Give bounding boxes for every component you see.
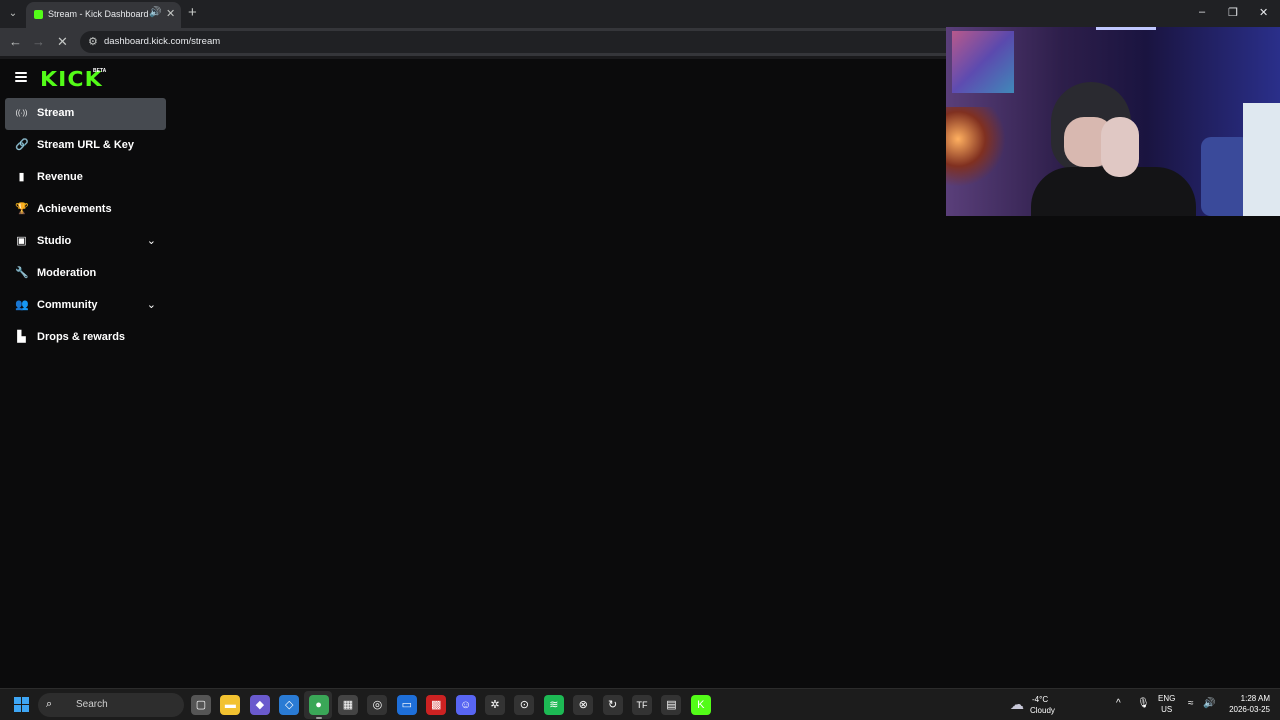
task-view-icon[interactable]: ▢ (191, 695, 211, 715)
broadcast-icon: ((·)) (15, 110, 28, 117)
gallery-app-icon[interactable]: ▤ (661, 695, 682, 715)
sidebar-item-label: Stream (37, 107, 75, 119)
url-text[interactable]: dashboard.kick.com/stream (104, 36, 220, 47)
obs-icon[interactable]: ◎ (367, 695, 388, 715)
bar-chart-icon: ▮ (18, 171, 25, 183)
tab-search-icon[interactable]: ⌄ (5, 6, 21, 22)
beta-badge: BETA (93, 68, 107, 74)
sidebar-item-revenue[interactable]: ▮ Revenue (5, 162, 166, 194)
windows-start-icon[interactable] (14, 697, 29, 712)
kick-app-icon[interactable]: K (690, 695, 711, 715)
lang-line-2: US (1161, 705, 1173, 714)
minimize-button[interactable]: – (1199, 6, 1205, 18)
forward-arrow-icon[interactable]: → (32, 34, 45, 49)
store-icon[interactable]: ▦ (338, 695, 358, 715)
taskbar-search[interactable]: ⌕ Search (38, 693, 184, 717)
windows-taskbar: ⌕ Search ▢ ▬ ◆ ◇ ● ▦ ◎ ▭ ▩ ☺ ✲ ⊙ ≋ ⊗ ↻ TF ▤ K ☁ -4°C Clou… (0, 688, 1280, 720)
steam-icon[interactable]: ⊙ (514, 695, 535, 715)
close-window-button[interactable]: ✕ (1259, 6, 1268, 19)
clock-date: 2026-03-25 (1229, 705, 1270, 714)
clock-time: 1:28 AM (1240, 694, 1270, 703)
close-tab-icon[interactable]: ✕ (166, 7, 175, 20)
sidebar-item-moderation[interactable]: 🔧 Moderation (5, 258, 166, 290)
file-explorer-icon[interactable]: ▬ (220, 695, 241, 715)
window-app-icon[interactable]: ▭ (396, 695, 417, 715)
wifi-icon[interactable]: ≈ (1188, 698, 1194, 709)
link-icon: 🔗 (15, 139, 29, 151)
site-info-icon[interactable]: ⚙ (88, 35, 98, 48)
weather-condition: Cloudy (1030, 706, 1055, 715)
sidebar-item-label: Community (37, 299, 98, 311)
chevron-down-icon[interactable]: ⌄ (147, 234, 156, 247)
webcam-overlay-image (946, 27, 1280, 216)
tab-title: Stream - Kick Dashboard (48, 9, 149, 19)
sidebar-item-label: Drops & rewards (37, 331, 126, 343)
steelseries-icon[interactable]: ✲ (485, 695, 505, 715)
search-label: Search (76, 699, 108, 710)
vscode-icon[interactable]: ◇ (279, 695, 300, 715)
sidebar-item-stream-url-key[interactable]: 🔗 Stream URL & Key (5, 130, 166, 162)
new-tab-button[interactable]: + (188, 4, 197, 21)
community-icon: 👥 (15, 299, 29, 311)
hamburger-menu-icon[interactable] (15, 72, 27, 82)
stop-loading-icon[interactable]: ✕ (57, 34, 68, 50)
discord-icon[interactable]: ☺ (455, 695, 476, 715)
lang-line-1: ENG (1158, 694, 1176, 703)
weather-widget[interactable]: ☁ -4°C Cloudy (1010, 693, 1070, 717)
capture-app-icon[interactable]: ▩ (426, 695, 447, 715)
sidebar-item-label: Studio (37, 235, 72, 247)
back-arrow-icon[interactable]: ← (9, 34, 22, 49)
weather-temp: -4°C (1032, 695, 1049, 704)
tray-chevron-icon[interactable]: ^ (1116, 698, 1121, 709)
browser-title-bar: ⌄ Stream - Kick Dashboard 🔊 ✕ + – ❐ ✕ (0, 0, 1280, 28)
kick-favicon-icon (34, 10, 43, 19)
speaker-icon[interactable]: 🔊 (149, 7, 161, 18)
chevron-down-icon[interactable]: ⌄ (147, 298, 156, 311)
sidebar-item-studio[interactable]: ▣ Studio ⌄ (5, 226, 166, 258)
sidebar-item-achievements[interactable]: 🏆 Achievements (5, 194, 166, 226)
microphone-icon[interactable]: 🎙 (1137, 698, 1150, 709)
sidebar-item-community[interactable]: 👥 Community ⌄ (5, 290, 166, 322)
browser-tab[interactable]: Stream - Kick Dashboard 🔊 ✕ (26, 2, 181, 28)
sidebar-item-stream[interactable]: ((·)) Stream (5, 98, 166, 130)
sync-icon[interactable]: ↻ (602, 695, 623, 715)
wrench-icon: 🔧 (15, 267, 29, 279)
chrome-icon[interactable]: ● (308, 695, 329, 719)
trophy-icon: 🏆 (15, 203, 29, 215)
maximize-button[interactable]: ❐ (1228, 6, 1238, 19)
xbox-icon[interactable]: ⊗ (573, 695, 594, 715)
sidebar-item-label: Achievements (37, 203, 112, 215)
system-clock[interactable]: 1:28 AM 2026-03-25 (1222, 693, 1270, 715)
volume-icon[interactable]: 🔊 (1203, 698, 1215, 709)
sidebar-item-label: Revenue (37, 171, 83, 183)
language-indicator[interactable]: ENG US (1158, 693, 1175, 715)
drops-icon: ▙ (17, 331, 26, 343)
studio-icon: ▣ (16, 235, 27, 247)
cloudy-icon: ☁ (1010, 696, 1024, 712)
copilot-app-icon[interactable]: ◆ (249, 695, 270, 715)
sidebar-nav: ((·)) Stream 🔗 Stream URL & Key ▮ Revenue 🏆 Ach… (5, 98, 166, 354)
search-icon: ⌕ (46, 698, 53, 710)
tf-app-icon[interactable]: TF (632, 695, 652, 715)
sidebar-item-drops-rewards[interactable]: ▙ Drops & rewards (5, 322, 166, 354)
sidebar-item-label: Stream URL & Key (37, 139, 134, 151)
sidebar-item-label: Moderation (37, 267, 97, 279)
spotify-icon[interactable]: ≋ (543, 695, 564, 715)
